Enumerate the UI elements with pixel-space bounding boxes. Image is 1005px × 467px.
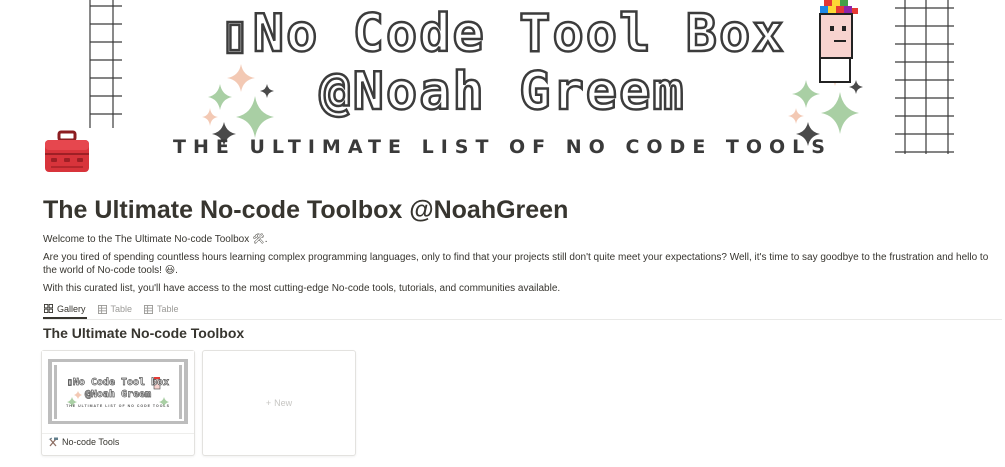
- hammer-pick-icon: [48, 437, 58, 447]
- new-card-button[interactable]: + New: [202, 350, 356, 456]
- cover-title-line-1: ▯No Code Tool Box: [218, 3, 786, 66]
- table-icon: [144, 304, 154, 314]
- intro-text: Welcome to the The Ultimate No-code Tool…: [43, 234, 268, 245]
- toolbox-icon[interactable]: [43, 128, 91, 176]
- tab-table-2[interactable]: Table: [143, 300, 180, 318]
- card-title-label: No-code Tools: [62, 437, 120, 447]
- cover-subtitle: THE ULTIMATE LIST OF NO CODE TOOLS: [173, 136, 832, 158]
- page-cover: ▯No Code Tool Box @Noah Greem THE ULTIMA…: [0, 0, 1005, 170]
- new-card-content: + New: [266, 398, 292, 408]
- access-text: With this curated list, you'll have acce…: [43, 283, 561, 294]
- database-title[interactable]: The Ultimate No-code Toolbox: [43, 325, 244, 341]
- pitch-text: Are you tired of spending countless hour…: [43, 252, 989, 276]
- card-cover-image: ▯No Code Tool box @Noah Greem THE ULTIMA…: [42, 351, 194, 434]
- tab-table[interactable]: Table: [97, 300, 134, 318]
- tab-table-label: Table: [110, 304, 133, 314]
- plus-icon: +: [265, 398, 272, 408]
- tab-gallery[interactable]: Gallery: [43, 300, 87, 319]
- tab-table-2-label: Table: [157, 304, 179, 314]
- new-card-label: New: [274, 398, 293, 408]
- tab-gallery-label: Gallery: [57, 303, 86, 314]
- gallery-card[interactable]: ▯No Code Tool box @Noah Greem THE ULTIMA…: [41, 350, 195, 456]
- page-title: The Ultimate No-code Toolbox @NoahGreen: [43, 196, 569, 224]
- card-cover-title-1: ▯No Code Tool box: [66, 377, 170, 389]
- table-icon: [97, 304, 107, 314]
- cover-title-line-2: @Noah Greem: [318, 61, 686, 124]
- card-cover-title-2: @Noah Greem: [84, 389, 152, 401]
- gallery-icon: [44, 304, 53, 313]
- view-tabs: Gallery Table Table: [43, 300, 1002, 320]
- card-title[interactable]: No-code Tools: [48, 437, 119, 447]
- card-cover-subtitle: THE ULTIMATE LIST OF NO CODE TOOLS: [66, 404, 170, 408]
